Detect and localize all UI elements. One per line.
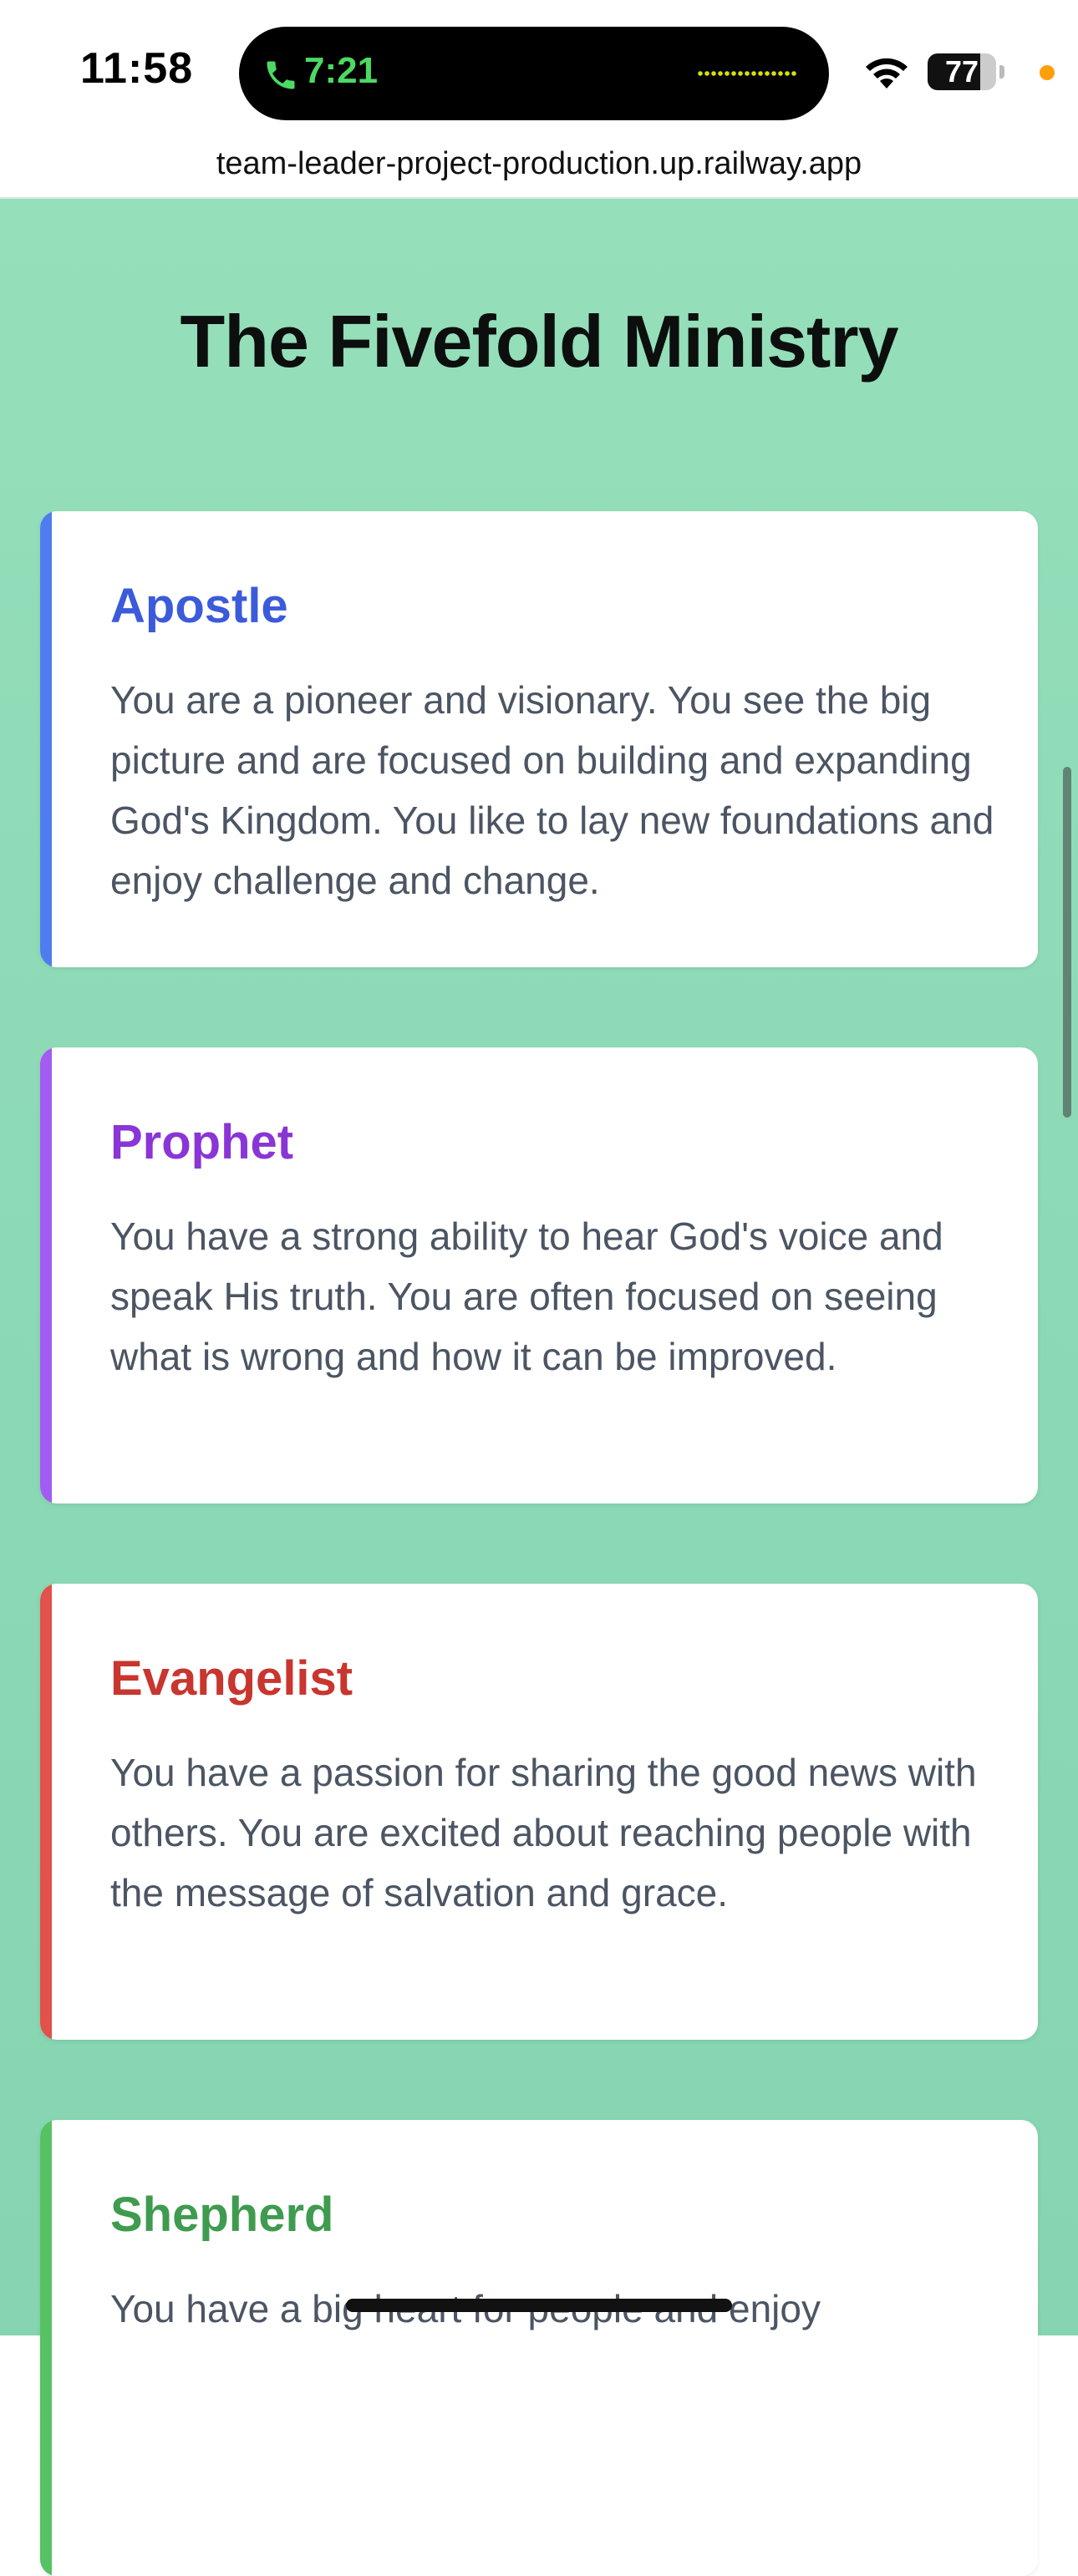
wifi-icon — [866, 58, 908, 89]
home-indicator[interactable] — [346, 2299, 732, 2312]
card-accent-bar — [40, 1047, 52, 1504]
card-accent-bar — [40, 511, 52, 967]
battery-level: 77 — [944, 54, 979, 89]
card-description: You have a strong ability to hear God's … — [110, 1214, 943, 1378]
ministry-card-evangelist: Evangelist You have a passion for sharin… — [40, 1584, 1038, 2040]
card-title: Evangelist — [110, 1651, 353, 1706]
card-title: Prophet — [110, 1115, 294, 1169]
card-description: You are a pioneer and visionary. You see… — [110, 678, 994, 902]
ministry-card-prophet: Prophet You have a strong ability to hea… — [40, 1047, 1038, 1504]
page-content: The Fivefold Ministry Apostle You are a … — [0, 197, 1078, 2576]
card-description: You have a passion for sharing the good … — [110, 1751, 977, 1914]
battery-icon: 77 — [928, 53, 1004, 90]
dynamic-island-call[interactable]: 7:21 — [239, 27, 829, 120]
page-title: The Fivefold Ministry — [180, 300, 898, 383]
ministry-card-shepherd: Shepherd You have a big heart for people… — [40, 2120, 1038, 2576]
card-title: Apostle — [110, 579, 288, 633]
status-time: 11:58 — [80, 44, 194, 93]
privacy-indicator-dot — [1040, 65, 1055, 80]
vertical-scrollbar[interactable] — [1063, 767, 1071, 1118]
audio-waveform-icon — [697, 70, 797, 77]
call-timer: 7:21 — [304, 50, 379, 91]
ministry-card-apostle: Apostle You are a pioneer and visionary.… — [40, 511, 1038, 967]
address-bar-url[interactable]: team-leader-project-production.up.railwa… — [0, 140, 1078, 197]
card-title: Shepherd — [110, 2188, 334, 2242]
card-accent-bar — [40, 2120, 52, 2576]
phone-icon — [267, 61, 295, 89]
status-bar: 11:58 7:21 77 — [0, 0, 1078, 142]
card-accent-bar — [40, 1584, 52, 2040]
